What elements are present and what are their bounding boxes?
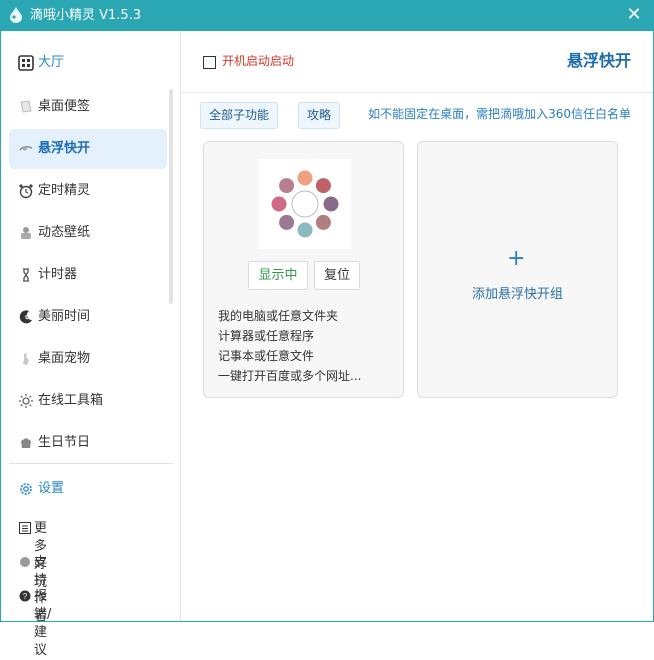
feature-line: 一键打开百度或多个网址... (218, 369, 362, 383)
close-button[interactable]: ✕ (624, 5, 644, 25)
reset-button[interactable]: 复位 (314, 261, 360, 290)
float-icon (19, 145, 33, 151)
header-divider (181, 92, 653, 93)
main-panel: 开机启动启动 悬浮快开 全部子功能 攻略 如不能固定在桌面，需把滴哦加入360信… (181, 31, 653, 621)
petal-dot (315, 178, 331, 194)
feature-line: 记事本或任意文件 (218, 349, 315, 363)
gift-icon (21, 438, 31, 448)
wallpaper-icon (21, 227, 31, 239)
petal-dot (323, 196, 339, 212)
whitelist-hint[interactable]: 如不能固定在桌面，需把滴哦加入360信任白名单 (368, 106, 631, 123)
pet-icon (23, 353, 29, 365)
sidebar-item-settings[interactable]: 设置 (9, 469, 167, 509)
sidebar-scrollbar[interactable] (169, 89, 173, 304)
sidebar-item-label: 美丽时间 (38, 309, 91, 324)
sidebar-item-label: 在线工具箱 (38, 393, 104, 408)
sidebar-item-float-quick-open[interactable]: 悬浮快开 (9, 129, 167, 169)
petal-dot (279, 178, 295, 194)
list-icon (19, 522, 31, 534)
sidebar-item-desktop-pet[interactable]: 桌面宠物 (9, 339, 167, 379)
sidebar-item-beautiful-time[interactable]: 美丽时间 (9, 297, 167, 337)
alarm-clock-icon (19, 184, 33, 199)
sidebar-item-timer-sprite[interactable]: 定时精灵 (9, 171, 167, 211)
petal-dot (315, 214, 331, 230)
heart-dot-icon (20, 557, 30, 567)
sun-gear-icon (19, 394, 33, 408)
add-group-card[interactable]: + 添加悬浮快开组 (417, 141, 618, 398)
petal-dot (297, 222, 313, 238)
sidebar-item-label: 桌面便签 (38, 99, 91, 114)
guide-button[interactable]: 攻略 (298, 102, 340, 129)
sidebar-link-label: 报错/建议 (34, 589, 52, 658)
sidebar-item-hall[interactable]: 大厅 (9, 43, 167, 83)
sidebar: 大厅 桌面便签 悬浮快开 定时精灵 动态壁纸 计时器 美丽时间 桌面宠物 在线工… (1, 31, 181, 658)
note-icon (20, 100, 32, 113)
sidebar-item-label: 大厅 (38, 55, 65, 70)
add-group-label[interactable]: 添加悬浮快开组 (418, 286, 617, 304)
autostart-label[interactable]: 开机启动启动 (222, 53, 294, 70)
sidebar-item-label: 设置 (38, 481, 65, 496)
all-sub-functions-button[interactable]: 全部子功能 (200, 102, 278, 129)
petal-dot (297, 170, 313, 186)
title-bar[interactable]: 滴哦小精灵 V1.5.3 ✕ (0, 0, 654, 31)
gear-icon (20, 483, 32, 495)
petal-dot (271, 196, 287, 212)
sidebar-item-notes[interactable]: 桌面便签 (9, 87, 167, 127)
quick-open-card: 显示中 复位 我的电脑或任意文件夹 计算器或任意程序 记事本或任意文件 一键打开… (203, 141, 404, 398)
question-icon: ? (19, 590, 31, 602)
sidebar-item-birthday-holiday[interactable]: 生日节日 (9, 423, 167, 463)
sidebar-item-label: 桌面宠物 (38, 351, 91, 366)
svg-text:?: ? (23, 592, 28, 601)
sidebar-item-stopwatch[interactable]: 计时器 (9, 255, 167, 295)
preview-image (259, 159, 351, 249)
plus-icon: + (507, 246, 526, 271)
grid-icon (18, 55, 34, 71)
sidebar-item-live-wallpaper[interactable]: 动态壁纸 (9, 213, 167, 253)
window-title: 滴哦小精灵 V1.5.3 (30, 8, 142, 23)
sidebar-item-label: 计时器 (38, 267, 78, 282)
sidebar-item-label: 动态壁纸 (38, 225, 91, 240)
autostart-checkbox[interactable] (203, 56, 216, 69)
feature-line: 我的电脑或任意文件夹 (218, 309, 339, 323)
petal-dot (279, 214, 295, 230)
moon-clock-icon (19, 310, 32, 324)
petal-ring-icon (271, 170, 339, 238)
close-icon: ✕ (626, 4, 642, 25)
sidebar-divider (9, 463, 173, 464)
page-title: 悬浮快开 (566, 51, 631, 70)
sidebar-item-label: 悬浮快开 (38, 141, 91, 156)
sidebar-item-online-toolbox[interactable]: 在线工具箱 (9, 381, 167, 421)
feature-line: 计算器或任意程序 (218, 329, 315, 343)
water-drop-icon (10, 7, 22, 23)
hourglass-icon (23, 268, 29, 282)
sidebar-item-label: 生日节日 (38, 435, 91, 450)
sidebar-item-label: 定时精灵 (38, 183, 91, 198)
showing-button[interactable]: 显示中 (248, 261, 308, 290)
